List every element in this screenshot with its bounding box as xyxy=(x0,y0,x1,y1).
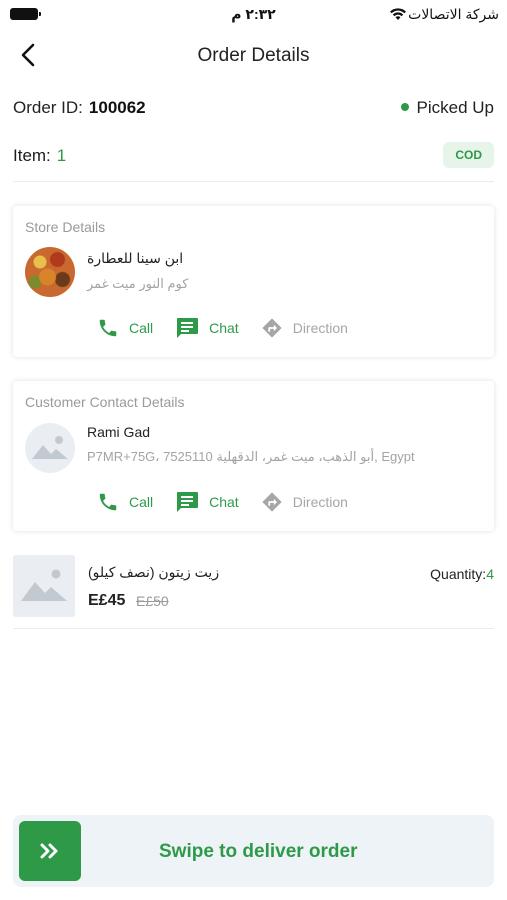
product-price: E£45 xyxy=(88,592,126,609)
item-label: Item: xyxy=(13,146,51,165)
order-status-text: Picked Up xyxy=(416,98,494,117)
carrier-name: شركة الاتصالات xyxy=(408,6,499,22)
store-actions: Call Chat Direction xyxy=(97,316,370,340)
double-chevron-right-icon xyxy=(40,843,58,859)
header: Order Details xyxy=(0,36,507,76)
payment-badge: COD xyxy=(443,142,494,168)
store-section-title: Store Details xyxy=(25,219,106,235)
store-direction-button[interactable]: Direction xyxy=(261,317,348,339)
customer-section-title: Customer Contact Details xyxy=(25,394,185,410)
store-address: كوم النور ميت غمر xyxy=(87,276,189,291)
store-call-button[interactable]: Call xyxy=(97,317,153,339)
divider xyxy=(13,628,494,629)
customer-name: Rami Gad xyxy=(87,424,151,440)
order-status: Picked Up xyxy=(400,98,494,118)
item-row: Item: 1 COD xyxy=(13,142,494,170)
chat-icon xyxy=(177,492,199,512)
store-name: ابن سينا للعطارة xyxy=(87,250,184,266)
image-placeholder-icon xyxy=(32,436,68,459)
customer-avatar xyxy=(25,423,75,473)
swipe-to-deliver-slider[interactable]: Swipe to deliver order xyxy=(13,815,494,887)
order-id-row: Order ID: 100062 Picked Up xyxy=(13,98,494,122)
customer-chat-label: Chat xyxy=(209,494,239,510)
status-bar: ٢:٣٢ م شركة الاتصالات xyxy=(0,0,507,28)
status-dot-icon xyxy=(400,103,409,111)
product-name: زيت زيتون (نصف كيلو) xyxy=(88,564,220,580)
wifi-icon xyxy=(390,8,406,20)
customer-chat-button[interactable]: Chat xyxy=(175,491,239,513)
order-id-value: 100062 xyxy=(88,98,146,117)
store-call-label: Call xyxy=(129,320,154,336)
product-quantity: Quantity:4 xyxy=(430,566,494,582)
customer-direction-button[interactable]: Direction xyxy=(261,491,348,513)
item-count: 1 xyxy=(56,146,67,165)
customer-details-card: Customer Contact Details Rami Gad P7MR+7… xyxy=(13,381,494,531)
image-placeholder-icon xyxy=(21,569,67,601)
product-old-price: E£50 xyxy=(136,593,169,609)
phone-icon xyxy=(99,319,117,337)
store-details-card: Store Details ابن سينا للعطارة كوم النور… xyxy=(13,206,494,357)
order-id-label: Order ID: xyxy=(13,98,83,117)
customer-actions: Call Chat Direction xyxy=(97,490,370,514)
phone-icon xyxy=(99,493,117,511)
swipe-label: Swipe to deliver order xyxy=(159,841,358,862)
divider xyxy=(13,181,494,182)
page-title: Order Details xyxy=(197,45,310,66)
chat-icon xyxy=(177,318,199,338)
direction-icon xyxy=(262,318,282,338)
customer-call-button[interactable]: Call xyxy=(97,491,153,513)
product-image xyxy=(13,555,75,617)
direction-icon xyxy=(262,492,282,512)
store-chat-label: Chat xyxy=(209,320,239,336)
store-chat-button[interactable]: Chat xyxy=(175,317,239,339)
store-direction-label: Direction xyxy=(292,320,348,336)
quantity-value: 4 xyxy=(486,566,494,582)
customer-direction-label: Direction xyxy=(292,494,348,510)
quantity-label: Quantity: xyxy=(430,566,487,582)
customer-address: P7MR+75G، 7525110 أبو الذهب، ميت غمر، ال… xyxy=(87,449,415,464)
customer-call-label: Call xyxy=(129,494,154,510)
store-avatar xyxy=(25,247,75,297)
swipe-handle[interactable] xyxy=(19,821,81,881)
